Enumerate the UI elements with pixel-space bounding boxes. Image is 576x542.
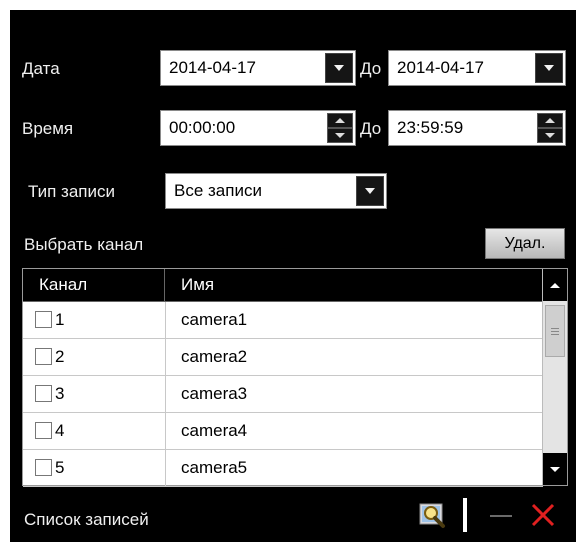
channel-name: camera4 <box>181 421 248 440</box>
record-type-value: Все записи <box>174 181 262 200</box>
channel-number: 1 <box>55 310 65 329</box>
channel-number: 5 <box>55 458 65 477</box>
channel-number: 3 <box>55 384 65 403</box>
channel-number: 4 <box>55 421 65 440</box>
search-panel: Дата 2014-04-17 До 2014-04-17 Время 00:0… <box>10 10 576 542</box>
date-from-value: 2014-04-17 <box>169 58 256 77</box>
record-type-select[interactable]: Все записи <box>165 173 387 209</box>
date-from-dropdown-button[interactable] <box>325 53 353 83</box>
scroll-up-button[interactable] <box>543 269 567 301</box>
channel-cell: 4 <box>23 413 166 449</box>
table-row[interactable]: 1 camera1 <box>23 302 543 339</box>
chevron-up-icon <box>550 282 560 288</box>
chevron-down-icon <box>334 65 344 71</box>
time-from-spinner[interactable] <box>327 113 353 143</box>
table-scrollbar[interactable] <box>542 269 567 485</box>
table-row[interactable]: 4 camera4 <box>23 413 543 450</box>
chevron-down-icon <box>545 133 555 138</box>
time-to-spinner[interactable] <box>537 113 563 143</box>
channel-name: camera3 <box>181 384 248 403</box>
channel-cell: 2 <box>23 339 166 375</box>
chevron-down-icon <box>365 188 375 194</box>
channel-rows: 1 camera1 2 camera2 3 camera3 4 camera4 5 camera5 <box>23 302 543 487</box>
delete-button[interactable]: Удал. <box>485 228 565 259</box>
separator-icon <box>463 498 467 532</box>
close-icon <box>531 503 555 527</box>
table-row[interactable]: 2 camera2 <box>23 339 543 376</box>
scroll-down-button[interactable] <box>543 453 567 485</box>
channel-number: 2 <box>55 347 65 366</box>
minus-button[interactable] <box>487 500 515 535</box>
chevron-up-icon <box>545 118 555 123</box>
time-from-decrement[interactable] <box>327 128 353 143</box>
column-header-name[interactable]: Имя <box>165 269 543 301</box>
close-button[interactable] <box>528 500 558 535</box>
minus-icon <box>490 515 512 517</box>
record-list-label: Список записей <box>24 510 149 529</box>
record-type-label: Тип записи <box>28 182 116 201</box>
date-to-dropdown-button[interactable] <box>535 53 563 83</box>
channel-cell: 5 <box>23 450 166 486</box>
channel-name: camera2 <box>181 347 248 366</box>
channel-name: camera1 <box>181 310 248 329</box>
channel-checkbox[interactable] <box>35 348 52 365</box>
date-to-field[interactable]: 2014-04-17 <box>388 50 566 86</box>
column-header-channel[interactable]: Канал <box>23 269 165 301</box>
channel-checkbox[interactable] <box>35 385 52 402</box>
search-icon <box>419 503 445 528</box>
channel-cell: 1 <box>23 302 166 338</box>
time-to-field[interactable]: 23:59:59 <box>388 110 566 146</box>
time-from-value: 00:00:00 <box>169 118 236 137</box>
chevron-down-icon <box>544 65 554 71</box>
time-to-decrement[interactable] <box>537 128 563 143</box>
scroll-thumb[interactable] <box>545 305 565 357</box>
table-header: Канал Имя <box>23 269 543 302</box>
date-label: Дата <box>22 59 60 78</box>
time-label: Время <box>22 119 74 138</box>
date-from-field[interactable]: 2014-04-17 <box>160 50 356 86</box>
channel-checkbox[interactable] <box>35 311 52 328</box>
chevron-down-icon <box>550 466 560 472</box>
channel-table: Канал Имя 1 camera1 2 camera2 3 camera3 4 camer… <box>22 268 568 487</box>
chevron-down-icon <box>335 133 345 138</box>
time-to-value: 23:59:59 <box>397 118 464 137</box>
table-row[interactable]: 5 camera5 <box>23 450 543 487</box>
select-channel-label: Выбрать канал <box>24 235 144 254</box>
time-from-increment[interactable] <box>327 113 353 128</box>
chevron-up-icon <box>335 118 345 123</box>
search-button[interactable] <box>418 500 448 535</box>
channel-checkbox[interactable] <box>35 459 52 476</box>
time-from-field[interactable]: 00:00:00 <box>160 110 356 146</box>
time-to-increment[interactable] <box>537 113 563 128</box>
channel-checkbox[interactable] <box>35 422 52 439</box>
channel-cell: 3 <box>23 376 166 412</box>
date-to-value: 2014-04-17 <box>397 58 484 77</box>
channel-name: camera5 <box>181 458 248 477</box>
time-to-label: До <box>360 119 382 138</box>
date-to-label: До <box>360 59 382 78</box>
table-row[interactable]: 3 camera3 <box>23 376 543 413</box>
record-type-dropdown-button[interactable] <box>356 176 384 206</box>
